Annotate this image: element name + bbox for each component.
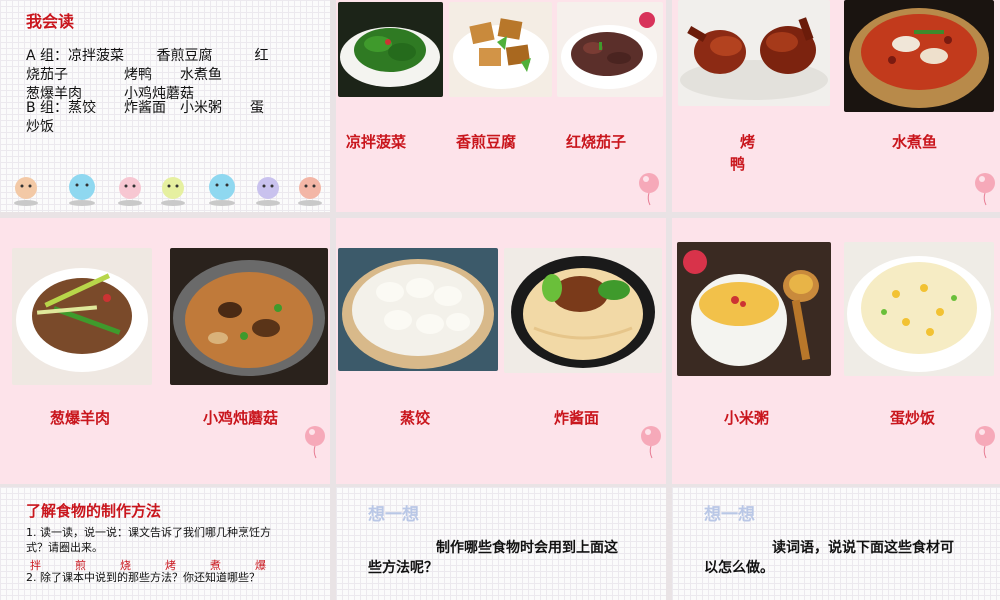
prompt-line-2: 以怎么做。 [704,560,774,576]
group-a-line-2: 烧茄子 烤鸭 水煮鱼 [26,67,222,83]
slide-cooking-methods: 了解食物的制作方法 1. 读一读，说一说：课文告诉了我们哪几种烹饪方 式？请圈出… [0,487,330,600]
egg-fried-rice-photo [844,242,994,376]
group-b-line-2: 炒饭 [26,119,54,135]
slide-title: 想一想 [704,505,755,525]
label-boiled-fish: 水煮鱼 [892,133,938,151]
balloon-icon [975,173,995,206]
question-2: 2. 除了课本中说到的那些方法？你还知道哪些？ [26,571,260,584]
prompt-line-2: 些方法呢？ [368,560,438,576]
slide-think-1: 想一想 制作哪些食物时会用到上面这 些方法呢？ [336,487,666,600]
slide-title: 我会读 [26,12,75,31]
slide-think-2: 想一想 读词语，说说下面这些食材可 以怎么做。 [672,487,1000,600]
label-pan-fried-tofu: 香煎豆腐 [456,133,517,151]
slide-read-words: 我会读 A 组：凉拌菠菜 香煎豆腐 红 烧茄子 烤鸭 水煮鱼 葱爆羊肉 小鸡炖蘑… [0,0,330,212]
spinach-salad-photo [338,2,443,97]
boiled-fish-photo [844,0,994,112]
label-egg-fried-rice: 蛋炒饭 [890,409,936,427]
scallion-lamb-photo [12,248,152,385]
braised-eggplant-photo [557,2,663,97]
slide-title: 想一想 [368,505,419,525]
prompt-line-1: 读词语，说说下面这些食材可 [772,540,954,556]
label-zhajiang-noodles: 炸酱面 [554,409,600,427]
roast-duck-photo [678,0,830,106]
label-roast-duck-top: 烤 [740,133,756,151]
cartoon-animals-decoration [14,174,322,206]
question-1-line-1: 1. 读一读，说一说：课文告诉了我们哪几种烹饪方 [26,526,271,539]
millet-porridge-photo [677,242,831,376]
label-millet-porridge: 小米粥 [724,409,770,427]
steamed-dumplings-photo [338,248,498,371]
balloon-icon [639,173,659,206]
label-braised-eggplant: 红烧茄子 [566,133,627,151]
slide-food-group-3: 葱爆羊肉 小鸡炖蘑菇 [0,218,330,472]
group-b-line-1: B 组：蒸饺 炸酱面 小米粥 蛋 [26,100,265,116]
question-1-line-2: 式？请圈出来。 [26,541,103,554]
balloon-icon [975,426,995,459]
label-scallion-lamb: 葱爆羊肉 [50,409,111,427]
zhajiang-noodles-photo [504,248,662,373]
balloon-icon [305,426,325,459]
label-spinach-salad: 凉拌菠菜 [346,133,407,151]
slide-food-group-2: 烤 鸭 水煮鱼 [672,0,1000,212]
group-a-line-1: A 组：凉拌菠菜 香煎豆腐 红 [26,48,269,64]
chicken-mushroom-stew-photo [170,248,328,385]
slide-title: 了解食物的制作方法 [26,502,162,520]
slide-food-group-5: 小米粥 蛋炒饭 [672,218,1000,472]
slide-divider-strip [336,472,666,484]
balloon-icon [641,426,661,459]
slide-divider-strip [0,472,330,484]
slide-food-group-4: 蒸饺 炸酱面 [336,218,666,472]
slide-food-group-1: 凉拌菠菜 香煎豆腐 红烧茄子 [336,0,666,212]
label-roast-duck-bottom: 鸭 [730,155,746,173]
slide-divider-strip [672,472,1000,484]
label-chicken-mushroom-stew: 小鸡炖蘑菇 [203,409,279,427]
label-steamed-dumplings: 蒸饺 [400,409,431,427]
prompt-line-1: 制作哪些食物时会用到上面这 [436,540,618,556]
pan-fried-tofu-photo [449,2,552,97]
